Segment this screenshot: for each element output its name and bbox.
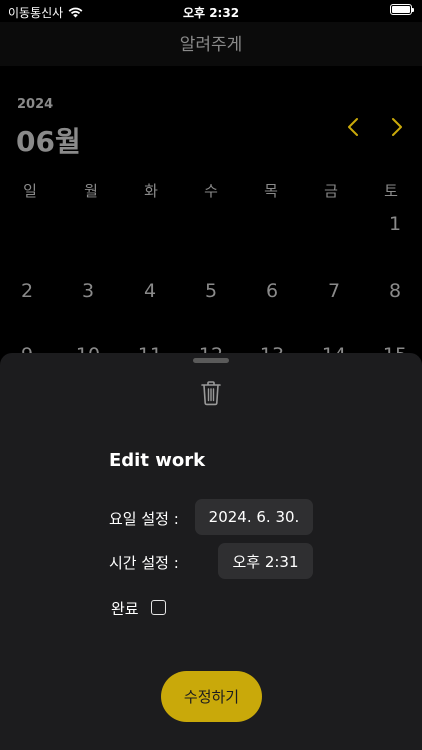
calendar-nav: [342, 114, 408, 140]
day-cell[interactable]: 7: [314, 280, 354, 302]
submit-button[interactable]: 수정하기: [161, 671, 262, 722]
done-label: 완료: [111, 600, 139, 618]
day-cell[interactable]: 2: [7, 280, 47, 302]
date-label: 요일 설정 :: [109, 510, 179, 528]
status-right: [390, 4, 414, 15]
time-label: 시간 설정 :: [109, 554, 179, 572]
weekday-mon: 월: [84, 182, 98, 200]
weekday-wed: 수: [204, 182, 218, 200]
trash-icon: [201, 381, 221, 406]
battery-icon: [390, 4, 414, 15]
nav-title: 알려주게: [179, 35, 243, 55]
done-checkbox[interactable]: [151, 600, 166, 615]
day-cell[interactable]: 5: [191, 280, 231, 302]
weekday-sun: 일: [23, 182, 37, 200]
edit-work-sheet: Edit work 요일 설정 : 2024. 6. 30. 시간 설정 : 오…: [0, 353, 422, 750]
day-cell[interactable]: 8: [375, 280, 415, 302]
day-cell[interactable]: 1: [375, 213, 415, 235]
status-time: 오후 2:32: [182, 6, 240, 20]
status-bar: 이동통신사 오후 2:32: [0, 0, 422, 22]
battery-fill: [392, 6, 410, 13]
date-picker[interactable]: 2024. 6. 30.: [195, 499, 313, 535]
sheet-grabber[interactable]: [193, 358, 229, 363]
chevron-left-icon: [348, 118, 358, 136]
weekday-tue: 화: [144, 182, 158, 200]
next-month-button[interactable]: [386, 114, 408, 140]
day-cell[interactable]: 6: [252, 280, 292, 302]
delete-button[interactable]: [200, 380, 222, 406]
weekday-sat: 토: [384, 182, 398, 200]
time-picker[interactable]: 오후 2:31: [218, 543, 313, 579]
calendar-month: 06월: [16, 125, 81, 158]
weekday-thu: 목: [264, 182, 278, 200]
weekday-row: 일 월 화 수 목 금 토: [0, 180, 422, 200]
calendar-year: 2024: [17, 97, 54, 112]
day-cell[interactable]: 4: [130, 280, 170, 302]
prev-month-button[interactable]: [342, 114, 364, 140]
weekday-fri: 금: [324, 182, 338, 200]
chevron-right-icon: [392, 118, 402, 136]
day-cell[interactable]: 3: [68, 280, 108, 302]
sheet-title: Edit work: [109, 450, 206, 471]
